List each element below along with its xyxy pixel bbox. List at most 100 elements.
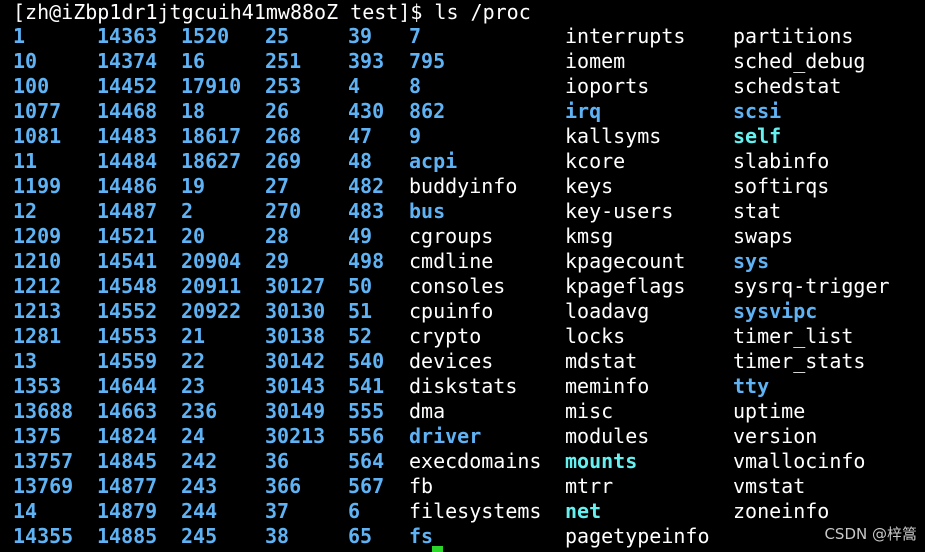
csdn-watermark: CSDN @梓篙	[824, 525, 917, 543]
directory-entry: 14	[13, 499, 38, 523]
directory-entry: 14452	[97, 74, 158, 98]
file-entry: mtrr	[565, 474, 614, 498]
file-entry: key-users	[565, 199, 674, 223]
ls-output-listing: 1 14363 1520 25 39 7 interrupts partitions 10 143…	[0, 24, 925, 549]
file-entry: sysrq-trigger	[733, 274, 890, 298]
file-entry: vmallocinfo	[733, 449, 866, 473]
directory-entry: 20904	[181, 249, 242, 273]
listing-row: 1 14363 1520 25 39 7 interrupts partitions	[0, 24, 925, 49]
directory-entry: 14541	[97, 249, 158, 273]
directory-entry: 17910	[181, 74, 242, 98]
terminal-window[interactable]: [zh@iZbp1dr1jtgcuih41mw88oZ test]$ ls /p…	[0, 0, 925, 552]
file-entry: misc	[565, 399, 614, 423]
directory-entry: 795	[409, 49, 446, 73]
directory-entry: 2	[181, 199, 194, 223]
directory-entry: 1209	[13, 224, 62, 248]
directory-entry: 555	[348, 399, 385, 423]
directory-entry: 14484	[97, 149, 158, 173]
file-entry: execdomains	[409, 449, 542, 473]
directory-entry: 65	[348, 524, 373, 548]
file-entry: pagetypeinfo	[565, 524, 710, 548]
file-entry: loadavg	[565, 299, 650, 323]
directory-entry: 567	[348, 474, 385, 498]
directory-entry: 14877	[97, 474, 158, 498]
file-entry: partitions	[733, 24, 854, 48]
directory-entry: 1210	[13, 249, 62, 273]
file-entry: sched_debug	[733, 49, 866, 73]
directory-entry: 14559	[97, 349, 158, 373]
listing-row: 1281 14553 21 30138 52 crypto locks timer_list	[0, 324, 925, 349]
directory-entry: 30143	[265, 374, 326, 398]
directory-entry: 18617	[181, 124, 242, 148]
file-entry: modules	[565, 424, 650, 448]
directory-entry: 14486	[97, 174, 158, 198]
directory-entry: 14374	[97, 49, 158, 73]
directory-entry: 13688	[13, 399, 74, 423]
directory-entry: 14483	[97, 124, 158, 148]
terminal-cursor	[432, 546, 443, 552]
listing-row: 13688 14663 236 30149 555 dma misc uptime	[0, 399, 925, 424]
directory-entry: sysvipc	[733, 299, 818, 323]
directory-entry: 12	[13, 199, 38, 223]
file-entry: timer_list	[733, 324, 854, 348]
file-entry: devices	[409, 349, 494, 373]
symlink-entry: net	[565, 499, 602, 523]
directory-entry: 242	[181, 449, 218, 473]
directory-entry: 27	[265, 174, 290, 198]
directory-entry: 564	[348, 449, 385, 473]
directory-entry: driver	[409, 424, 482, 448]
directory-entry: 48	[348, 149, 373, 173]
directory-entry: 29	[265, 249, 290, 273]
directory-entry: 269	[265, 149, 302, 173]
directory-entry: 1199	[13, 174, 62, 198]
file-entry: meminfo	[565, 374, 650, 398]
directory-entry: 1077	[13, 99, 62, 123]
file-entry: fb	[409, 474, 434, 498]
directory-entry: 1212	[13, 274, 62, 298]
directory-entry: 393	[348, 49, 385, 73]
directory-entry: 14548	[97, 274, 158, 298]
directory-entry: 1081	[13, 124, 62, 148]
directory-entry: 244	[181, 499, 218, 523]
directory-entry: 14824	[97, 424, 158, 448]
directory-entry: 30127	[265, 274, 326, 298]
directory-entry: 14487	[97, 199, 158, 223]
file-entry: swaps	[733, 224, 794, 248]
directory-entry: 270	[265, 199, 302, 223]
symlink-entry: mounts	[565, 449, 638, 473]
listing-row: 14 14879 244 37 6 filesystems net zoneinfo	[0, 499, 925, 524]
listing-row: 1375 14824 24 30213 556 driver modules version	[0, 424, 925, 449]
directory-entry: 1375	[13, 424, 62, 448]
directory-entry: 243	[181, 474, 218, 498]
directory-entry: 30130	[265, 299, 326, 323]
file-entry: keys	[565, 174, 614, 198]
file-entry: kpageflags	[565, 274, 686, 298]
directory-entry: 13	[13, 349, 38, 373]
file-entry: stat	[733, 199, 782, 223]
listing-row: 13757 14845 242 36 564 execdomains mounts vmall…	[0, 449, 925, 474]
file-entry: zoneinfo	[733, 499, 830, 523]
directory-entry: 18	[181, 99, 206, 123]
directory-entry: 20922	[181, 299, 242, 323]
directory-entry: 19	[181, 174, 206, 198]
file-entry: ioports	[565, 74, 650, 98]
directory-entry: 16	[181, 49, 206, 73]
listing-row: 10 14374 16 251 393 795 iomem sched_debug	[0, 49, 925, 74]
directory-entry: 26	[265, 99, 290, 123]
directory-entry: 1213	[13, 299, 62, 323]
file-entry: kallsyms	[565, 124, 662, 148]
directory-entry: 1353	[13, 374, 62, 398]
file-entry: softirqs	[733, 174, 830, 198]
directory-entry: bus	[409, 199, 446, 223]
directory-entry: 10	[13, 49, 38, 73]
directory-entry: 37	[265, 499, 290, 523]
directory-entry: 21	[181, 324, 206, 348]
file-entry: interrupts	[565, 24, 686, 48]
directory-entry: 11	[13, 149, 38, 173]
directory-entry: 49	[348, 224, 373, 248]
file-entry: diskstats	[409, 374, 518, 398]
directory-entry: 30138	[265, 324, 326, 348]
file-entry: timer_stats	[733, 349, 866, 373]
file-entry: kmsg	[565, 224, 614, 248]
directory-entry: 366	[265, 474, 302, 498]
